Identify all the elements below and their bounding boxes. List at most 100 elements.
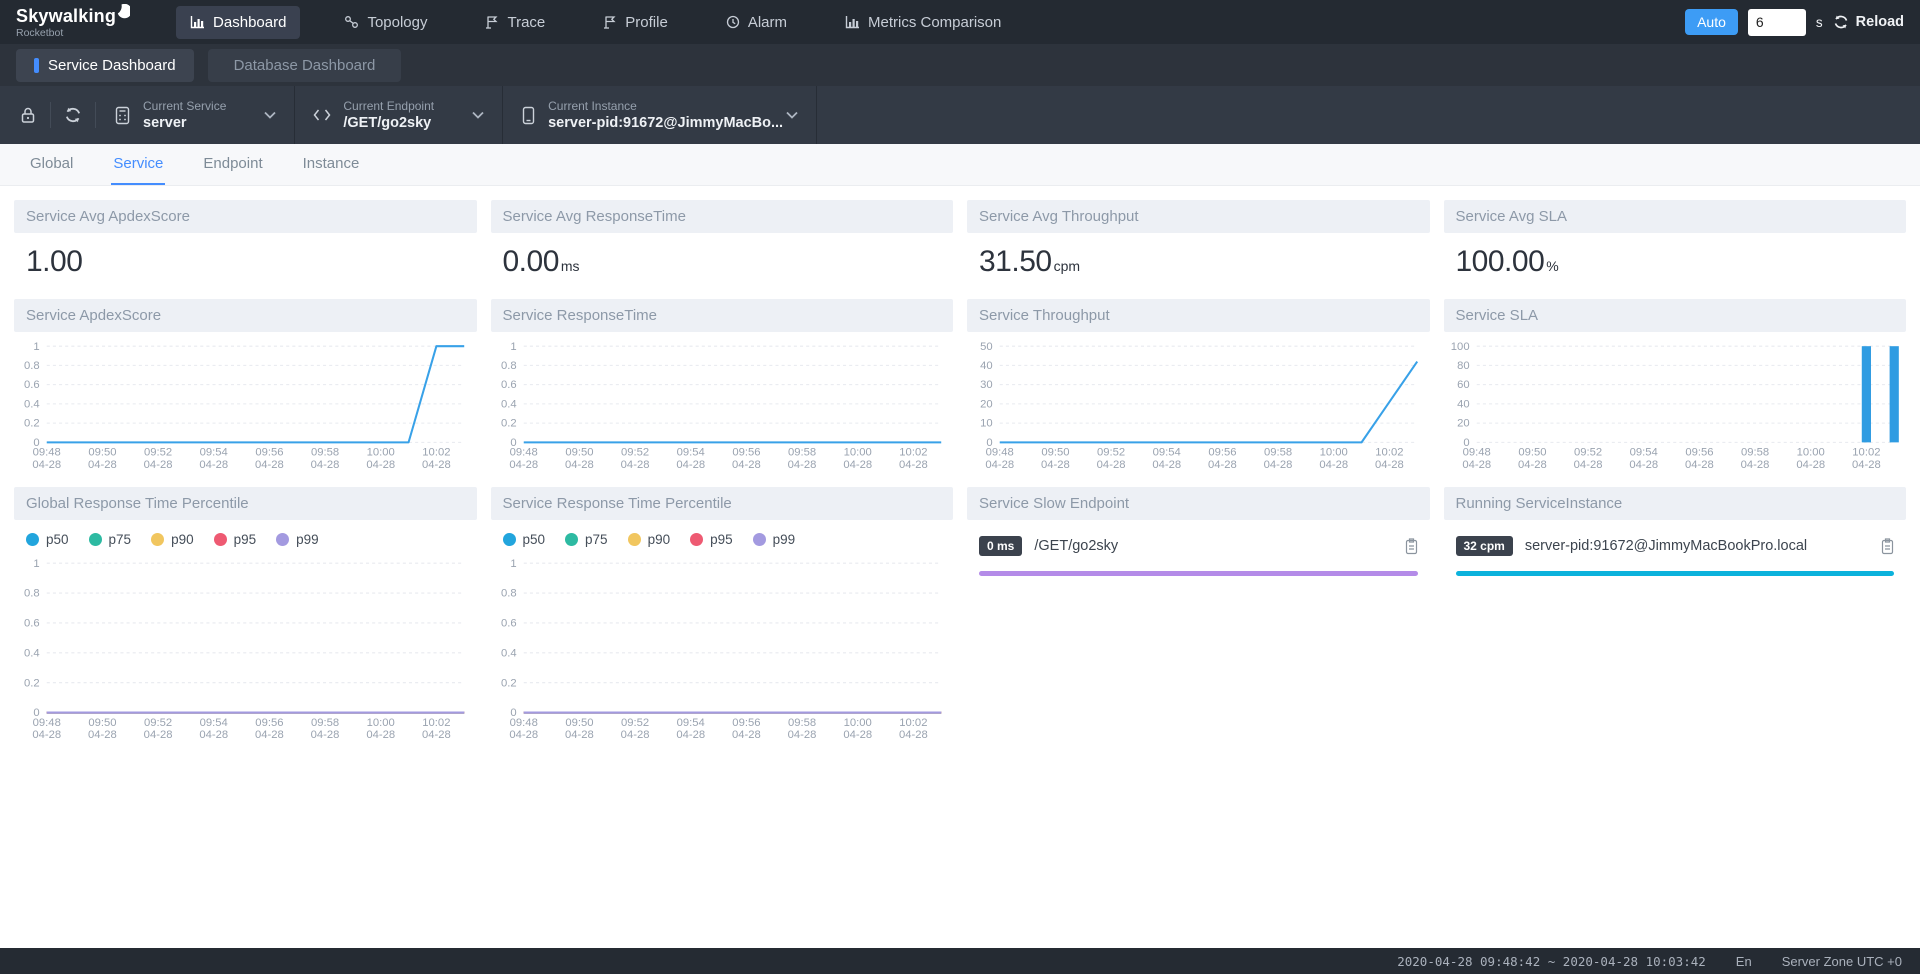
tab-service[interactable]: Service <box>111 144 165 185</box>
legend-dot <box>89 533 102 546</box>
svg-text:04-28: 04-28 <box>787 729 816 741</box>
bar-chart-icon <box>190 15 205 29</box>
svg-text:10:02: 10:02 <box>899 717 927 729</box>
database-dashboard-button[interactable]: Database Dashboard <box>208 49 402 82</box>
crescent-icon <box>117 4 130 19</box>
interval-input[interactable] <box>1748 9 1806 36</box>
instance-row[interactable]: 32 cpm server-pid:91672@JimmyMacBookPro.… <box>1456 536 1895 556</box>
svg-text:10:02: 10:02 <box>422 717 450 729</box>
svg-text:09:54: 09:54 <box>200 717 228 729</box>
avg-apdex-card: Service Avg ApdexScore 1.00 <box>14 200 477 285</box>
sync-button[interactable] <box>51 86 95 144</box>
instance-selector[interactable]: Current Instance server-pid:91672@JimmyM… <box>503 86 817 144</box>
svg-text:1: 1 <box>33 558 39 570</box>
nav-item-topology[interactable]: Topology <box>330 6 441 39</box>
service-dashboard-button[interactable]: Service Dashboard <box>16 49 194 82</box>
svg-text:04-28: 04-28 <box>422 729 451 741</box>
lock-button[interactable] <box>6 86 50 144</box>
endpoint-selector[interactable]: Current Endpoint /GET/go2sky <box>295 86 503 144</box>
svg-text:04-28: 04-28 <box>985 459 1014 471</box>
svg-text:04-28: 04-28 <box>1264 459 1293 471</box>
svg-text:09:50: 09:50 <box>1041 447 1069 459</box>
svg-text:10: 10 <box>980 418 993 430</box>
card-title: Service Avg ApdexScore <box>14 200 477 233</box>
svg-text:09:56: 09:56 <box>1685 447 1713 459</box>
svg-text:10:00: 10:00 <box>1796 447 1824 459</box>
svg-text:0.8: 0.8 <box>500 588 516 600</box>
time-range-picker[interactable]: 2020-04-28 09:48:42 ~ 2020-04-28 10:03:4… <box>1397 954 1706 969</box>
svg-text:10:00: 10:00 <box>843 717 871 729</box>
nav-item-alarm[interactable]: Alarm <box>712 6 801 39</box>
legend-dot <box>503 533 516 546</box>
svg-text:04-28: 04-28 <box>620 729 649 741</box>
app-subtitle: Rocketbot <box>16 27 130 39</box>
svg-text:04-28: 04-28 <box>676 729 705 741</box>
svg-text:04-28: 04-28 <box>1518 459 1547 471</box>
percentile-legend: p50 p75 p90 p95 p99 <box>14 520 477 549</box>
svg-text:09:54: 09:54 <box>1629 447 1657 459</box>
legend-item-p75[interactable]: p75 <box>565 532 608 547</box>
top-nav-bar: Skywalking Rocketbot Dashboard Topology … <box>0 0 1920 44</box>
svg-text:09:50: 09:50 <box>1518 447 1546 459</box>
metric-value: 31.50 <box>979 245 1052 278</box>
legend-item-p95[interactable]: p95 <box>690 532 733 547</box>
nav-item-trace[interactable]: Trace <box>471 6 559 39</box>
nav-item-dashboard[interactable]: Dashboard <box>176 6 300 39</box>
service-selector[interactable]: Current Service server <box>96 86 295 144</box>
tab-global[interactable]: Global <box>28 144 75 185</box>
svg-text:04-28: 04-28 <box>843 459 872 471</box>
avg-throughput-card: Service Avg Throughput 31.50cpm <box>967 200 1430 285</box>
chart-title: Service Response Time Percentile <box>491 487 954 520</box>
svg-text:04-28: 04-28 <box>1462 459 1491 471</box>
server-zone-label: Server Zone UTC +0 <box>1782 954 1902 969</box>
nav-item-metrics-comparison[interactable]: Metrics Comparison <box>831 6 1015 39</box>
card-title: Service Avg Throughput <box>967 200 1430 233</box>
legend-item-p90[interactable]: p90 <box>151 532 194 547</box>
topology-icon <box>344 15 359 29</box>
metric-unit: cpm <box>1054 258 1080 274</box>
svg-text:04-28: 04-28 <box>1208 459 1237 471</box>
reload-icon <box>1833 14 1849 30</box>
svg-text:04-28: 04-28 <box>32 729 61 741</box>
svg-text:20: 20 <box>1457 418 1470 430</box>
endpoint-row[interactable]: 0 ms /GET/go2sky <box>979 536 1418 556</box>
svg-text:09:50: 09:50 <box>565 447 593 459</box>
legend-item-p95[interactable]: p95 <box>214 532 257 547</box>
legend-dot <box>276 533 289 546</box>
tab-endpoint[interactable]: Endpoint <box>201 144 264 185</box>
svg-text:04-28: 04-28 <box>144 729 173 741</box>
language-toggle[interactable]: En <box>1736 954 1752 969</box>
svg-text:04-28: 04-28 <box>88 729 117 741</box>
main-nav: Dashboard Topology Trace Profile Alarm <box>176 6 1015 39</box>
clipboard-icon <box>1405 538 1418 555</box>
svg-text:09:52: 09:52 <box>1573 447 1601 459</box>
copy-button[interactable] <box>1405 538 1418 555</box>
svg-text:04-28: 04-28 <box>144 459 173 471</box>
legend-item-p99[interactable]: p99 <box>276 532 319 547</box>
tab-instance[interactable]: Instance <box>301 144 362 185</box>
svg-text:09:50: 09:50 <box>565 717 593 729</box>
svg-text:0.8: 0.8 <box>24 360 40 372</box>
legend-item-p90[interactable]: p90 <box>628 532 671 547</box>
legend-item-p99[interactable]: p99 <box>753 532 796 547</box>
app-logo[interactable]: Skywalking Rocketbot <box>16 6 130 39</box>
legend-item-p50[interactable]: p50 <box>26 532 69 547</box>
reload-button[interactable]: Reload <box>1833 14 1904 30</box>
refresh-controls: Auto s Reload <box>1685 9 1904 36</box>
interval-unit-label: s <box>1816 15 1823 30</box>
legend-item-p75[interactable]: p75 <box>89 532 132 547</box>
nav-item-profile[interactable]: Profile <box>589 6 682 39</box>
auto-toggle-button[interactable]: Auto <box>1685 9 1738 35</box>
instance-name: server-pid:91672@JimmyMacBookPro.local <box>1525 538 1807 554</box>
svg-text:04-28: 04-28 <box>565 729 594 741</box>
svg-text:0.6: 0.6 <box>500 379 516 391</box>
svg-text:40: 40 <box>980 360 993 372</box>
legend-item-p50[interactable]: p50 <box>503 532 546 547</box>
card-title: Running ServiceInstance <box>1444 487 1907 520</box>
svg-text:04-28: 04-28 <box>509 459 538 471</box>
copy-button[interactable] <box>1881 538 1894 555</box>
svg-text:0.2: 0.2 <box>500 418 516 430</box>
legend-dot <box>628 533 641 546</box>
slow-endpoint-card: Service Slow Endpoint 0 ms /GET/go2sky <box>967 487 1430 582</box>
footer-bar: 2020-04-28 09:48:42 ~ 2020-04-28 10:03:4… <box>0 948 1920 974</box>
